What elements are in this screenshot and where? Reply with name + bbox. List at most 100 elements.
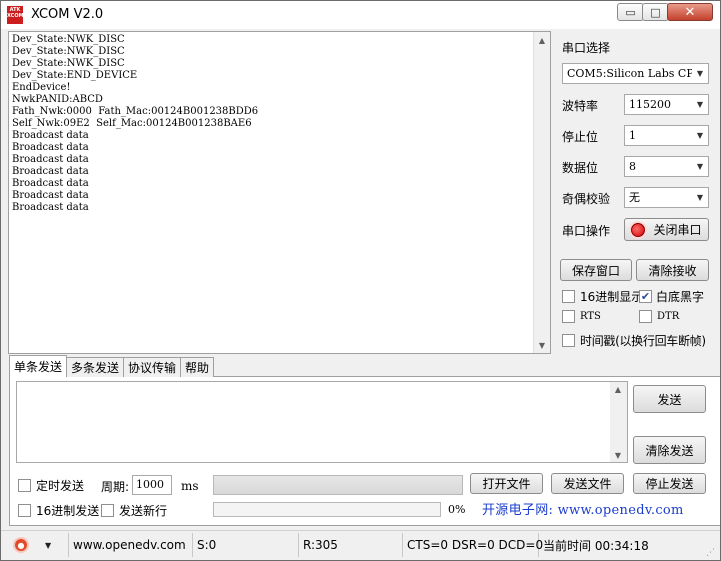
save-window-label: 保存窗口 (571, 263, 620, 278)
receive-line: Dev_State:END_DEVICE (12, 70, 138, 81)
hex-display-label: 16进制显示 (580, 290, 644, 304)
baud-rate-select[interactable]: 115200 ▼ (624, 94, 709, 115)
receive-scrollbar[interactable]: ▲ ▼ (533, 32, 550, 353)
receive-textarea[interactable]: Dev_State:NWK_DISC Dev_State:NWK_DISC Dev_… (8, 31, 551, 354)
stop-bits-label: 停止位 (562, 130, 599, 144)
parity-select[interactable]: 无 ▼ (624, 187, 709, 208)
stop-bits-value: 1 (629, 129, 636, 142)
caret-down-icon[interactable]: ▼ (45, 541, 51, 550)
scroll-up-arrow-icon[interactable]: ▲ (534, 32, 550, 48)
xcom-window: ATK XCOM XCOM V2.0 ▭ □ ✕ Dev_State:NWK_DI… (0, 0, 721, 561)
send-label: 发送 (657, 392, 682, 407)
data-bits-value: 8 (629, 160, 636, 173)
clear-receive-button[interactable]: 清除接收 (636, 259, 709, 281)
minimize-icon: ▭ (625, 5, 636, 19)
save-window-button[interactable]: 保存窗口 (560, 259, 632, 281)
rts-checkbox[interactable]: RTS (562, 310, 601, 323)
window-title: XCOM V2.0 (31, 7, 104, 22)
website-promo-link[interactable]: 开源电子网: www.openedv.com (472, 497, 709, 519)
checkbox-icon[interactable] (562, 290, 575, 303)
maximize-icon: □ (650, 5, 661, 19)
chevron-down-icon[interactable]: ▼ (692, 157, 708, 176)
clear-send-label: 清除发送 (645, 443, 694, 458)
chevron-down-icon[interactable]: ▼ (692, 188, 708, 207)
send-textarea[interactable]: ▲ ▼ (16, 381, 628, 463)
checkbox-icon[interactable] (562, 334, 575, 347)
period-label: 周期: (101, 480, 130, 494)
checkbox-icon[interactable] (18, 504, 31, 517)
close-window-button[interactable]: ✕ (667, 3, 713, 21)
file-path-bar (213, 475, 463, 495)
tab-1[interactable]: 多条发送 (66, 357, 125, 377)
hex-display-checkbox[interactable]: 16进制显示 (562, 288, 643, 305)
resize-grip-icon[interactable]: ⋰ (706, 547, 718, 559)
chevron-down-icon[interactable]: ▼ (692, 95, 708, 114)
title-bar[interactable]: ATK XCOM XCOM V2.0 ▭ □ ✕ (1, 1, 720, 29)
status-current-time: 当前时间 00:34:18 (543, 538, 649, 553)
checkbox-icon[interactable] (18, 479, 31, 492)
checkbox-icon[interactable] (562, 310, 575, 323)
app-logo-icon: ATK XCOM (7, 6, 24, 24)
tab-2[interactable]: 协议传输 (123, 357, 182, 377)
scroll-up-arrow-icon[interactable]: ▲ (610, 382, 626, 396)
status-received-count: R:305 (299, 533, 403, 557)
open-file-label: 打开文件 (482, 477, 531, 491)
clear-receive-label: 清除接收 (648, 263, 697, 278)
send-progress-text: 0% (448, 503, 466, 516)
tab-0[interactable]: 单条发送 (9, 355, 68, 377)
stop-send-label: 停止发送 (645, 477, 694, 491)
tab-3[interactable]: 帮助 (180, 357, 215, 377)
send-scrollbar[interactable]: ▲ ▼ (610, 382, 627, 462)
rts-label: RTS (580, 311, 601, 322)
checkbox-icon[interactable]: ✔ (639, 290, 652, 303)
stop-bits-select[interactable]: 1 ▼ (624, 125, 709, 146)
dtr-label: DTR (657, 311, 680, 322)
chevron-down-icon[interactable]: ▼ (692, 126, 708, 145)
receive-line: Self_Nwk:09E2 Self_Mac:00124B001238BAE6 (12, 118, 252, 129)
data-bits-select[interactable]: 8 ▼ (624, 156, 709, 177)
receive-line: Broadcast data (12, 190, 89, 201)
period-input[interactable]: 1000 (132, 475, 172, 495)
parity-label: 奇偶校验 (562, 192, 611, 206)
checkbox-icon[interactable] (639, 310, 652, 323)
white-background-checkbox[interactable]: ✔ 白底黑字 (639, 288, 704, 305)
open-file-button[interactable]: 打开文件 (470, 473, 543, 494)
scroll-down-arrow-icon[interactable]: ▼ (534, 337, 550, 353)
status-sent-count: S:0 (193, 533, 299, 557)
receive-line: Broadcast data (12, 202, 89, 213)
stop-send-button[interactable]: 停止发送 (633, 473, 706, 494)
minimize-button[interactable]: ▭ (617, 3, 644, 21)
maximize-button[interactable]: □ (642, 3, 669, 21)
help-icon[interactable]: ● (13, 537, 29, 553)
hex-send-label: 16进制发送 (36, 504, 100, 518)
scroll-down-arrow-icon[interactable]: ▼ (610, 448, 626, 462)
send-file-button[interactable]: 发送文件 (551, 473, 624, 494)
send-newline-checkbox[interactable]: 发送新行 (101, 502, 167, 519)
timed-send-checkbox[interactable]: 定时发送 (18, 477, 84, 494)
send-button[interactable]: 发送 (633, 385, 706, 413)
port-select[interactable]: COM5:Silicon Labs CP210 ▼ (562, 63, 709, 84)
hex-send-checkbox[interactable]: 16进制发送 (18, 502, 99, 519)
chevron-down-icon[interactable]: ▼ (692, 64, 708, 83)
port-status-led-icon (631, 222, 646, 237)
send-file-label: 发送文件 (563, 477, 612, 491)
close-port-label: 关闭串口 (653, 223, 702, 237)
baud-rate-value: 115200 (629, 98, 671, 111)
receive-line: NwkPANID:ABCD (12, 94, 103, 105)
status-line-signals: CTS=0 DSR=0 DCD=0 (403, 533, 543, 557)
clear-send-button[interactable]: 清除发送 (633, 436, 706, 464)
dtr-checkbox[interactable]: DTR (639, 310, 679, 323)
white-background-label: 白底黑字 (656, 290, 705, 304)
data-bits-label: 数据位 (562, 161, 599, 175)
receive-line: Broadcast data (12, 166, 89, 177)
help-menu-button[interactable]: ● ▼ (1, 533, 69, 557)
close-port-button[interactable]: 关闭串口 (624, 218, 709, 241)
receive-log: Dev_State:NWK_DISC Dev_State:NWK_DISC Dev_… (12, 34, 532, 214)
send-progress-bar (213, 502, 441, 517)
timestamp-checkbox[interactable]: 时间戳(以换行回车断帧) (562, 332, 706, 349)
status-website[interactable]: www.openedv.com (69, 533, 193, 557)
checkbox-icon[interactable] (101, 504, 114, 517)
receive-line: Dev_State:NWK_DISC (12, 46, 125, 57)
port-select-value: COM5:Silicon Labs CP210 (567, 67, 692, 80)
period-unit: ms (181, 479, 199, 493)
